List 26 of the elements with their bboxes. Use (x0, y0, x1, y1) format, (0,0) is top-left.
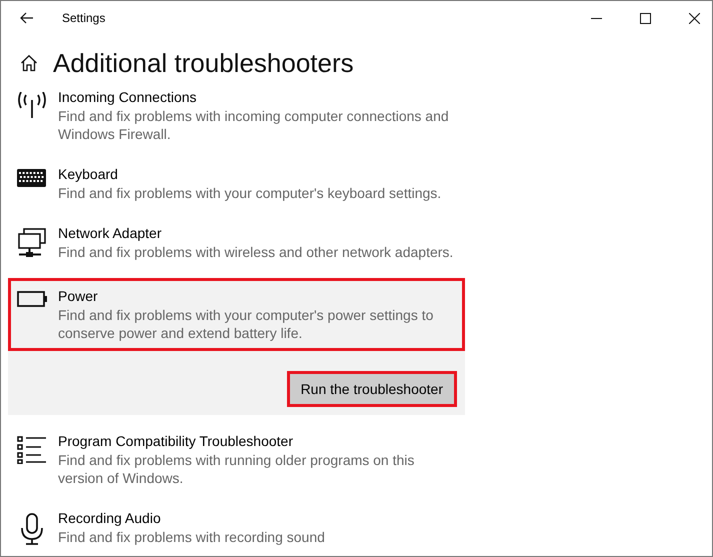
item-description: Find and fix problems with your computer's keyboard settings. (58, 184, 442, 202)
window-title: Settings (62, 11, 106, 25)
home-icon[interactable] (20, 54, 38, 72)
run-troubleshooter-button[interactable]: Run the troubleshooter (286, 371, 457, 407)
item-description: Find and fix problems with recording sound (58, 528, 326, 546)
item-title[interactable]: Power (58, 287, 456, 306)
list-icon (16, 436, 46, 464)
network-icon (16, 228, 46, 258)
page-title: Additional troubleshooters (53, 48, 354, 78)
item-title[interactable]: Network Adapter (58, 224, 456, 243)
microphone-icon (20, 513, 42, 545)
item-title[interactable]: Program Compatibility Troubleshooter (58, 432, 456, 451)
item-description: Find and fix problems with incoming computer connections and Windows Firewall. (58, 107, 450, 143)
item-title[interactable]: Incoming Connections (58, 88, 456, 107)
item-description: Find and fix problems with running older programs on this version of Windows. (58, 451, 416, 487)
item-title[interactable]: Keyboard (58, 165, 456, 184)
battery-icon (16, 291, 46, 307)
keyboard-icon (17, 169, 46, 187)
item-description: Find and fix problems with your computer's power settings to conserve power and extend battery life. (58, 306, 434, 342)
antenna-icon (16, 92, 46, 118)
back-icon[interactable] (20, 12, 34, 24)
item-description: Find and fix problems with wireless and other network adapters. (58, 243, 454, 261)
close-icon[interactable] (689, 12, 700, 24)
item-title[interactable]: Recording Audio (58, 509, 456, 528)
selected-item-panel[interactable]: Power Find and fix problems with your computer's power settings to conserve power and extend battery life. Run the troubleshooter (8, 278, 465, 415)
maximize-icon[interactable] (640, 12, 651, 24)
